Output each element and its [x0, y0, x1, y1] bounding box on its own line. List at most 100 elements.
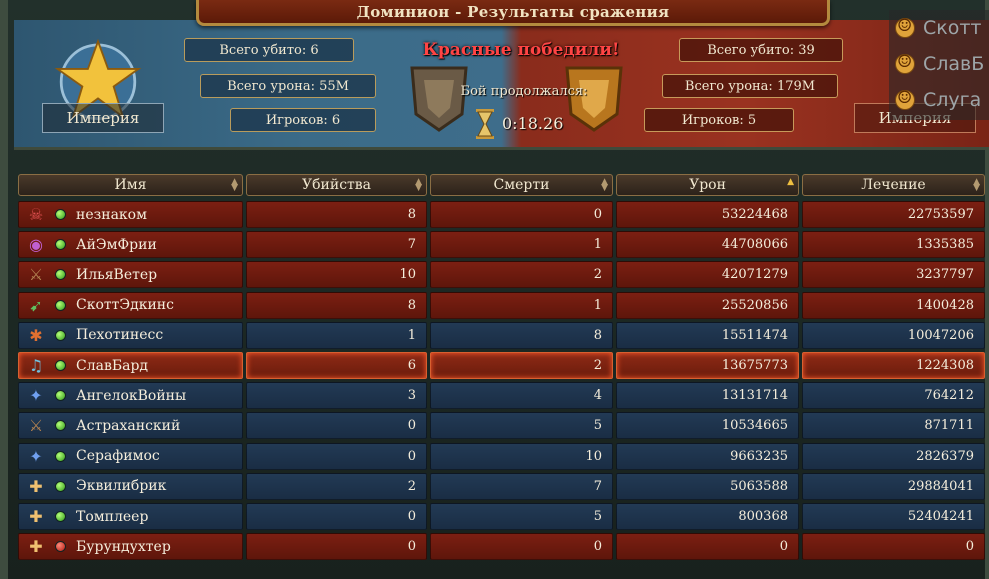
cross-icon: ✚	[29, 476, 43, 496]
side-list-item[interactable]: СлавБ	[889, 46, 989, 82]
deaths-cell: 7	[430, 472, 613, 500]
right-total-kills: Всего убито: 39	[679, 38, 843, 62]
left-faction-label: Империя	[42, 103, 164, 133]
column-header-deaths[interactable]: Смерти ▲ ▼	[430, 174, 613, 196]
healing-cell: 29884041	[802, 472, 985, 500]
deaths-cell: 2	[430, 261, 613, 289]
table-row[interactable]: ⚔ ИльяВетер 10 2 42071279 3237797	[14, 260, 989, 289]
side-list-item[interactable]: Слуга	[889, 82, 989, 118]
damage-cell: 5063588	[616, 472, 799, 500]
table-row[interactable]: ✦ Серафимос 0 10 9663235 2826379	[14, 442, 989, 470]
damage-cell: 15511474	[616, 321, 799, 349]
staff-icon: ✦	[29, 446, 43, 466]
left-players-count: Игроков: 6	[230, 108, 376, 132]
arrow-icon: ➹	[29, 295, 43, 315]
sort-ascending-icon: ▲	[787, 177, 794, 187]
side-list-item[interactable]: Скотт	[889, 10, 989, 46]
table-row[interactable]: ✦ АнгелокВойны 3 4 13131714 764212	[14, 381, 989, 410]
skull-icon: ☠	[28, 205, 44, 224]
eye-icon: ◉	[29, 235, 43, 255]
table-row[interactable]: ⚔ Астраханский 0 5 10534665 871711	[14, 411, 989, 440]
player-name-cell: ◉ АйЭмФрии	[18, 231, 243, 259]
deaths-cell: 4	[430, 382, 613, 410]
deaths-cell: 10	[430, 442, 613, 470]
healing-cell: 764212	[802, 382, 985, 410]
player-name-cell: ☠ незнаком	[18, 201, 243, 228]
kills-cell: 8	[246, 201, 427, 228]
player-name: АнгелокВойны	[76, 387, 187, 404]
damage-cell: 9663235	[616, 442, 799, 470]
table-row[interactable]: ☠ незнаком 8 0 53224468 22753597	[14, 200, 989, 228]
healing-cell: 2826379	[802, 442, 985, 470]
player-name-cell: ♫ СлавБард	[18, 352, 243, 379]
smiley-icon	[895, 52, 915, 74]
table-row[interactable]: ◉ АйЭмФрии 7 1 44708066 1335385	[14, 230, 989, 259]
healing-cell: 22753597	[802, 201, 985, 228]
deaths-cell: 1	[430, 231, 613, 259]
column-header-name[interactable]: Имя ▲ ▼	[18, 174, 243, 196]
table-row[interactable]: ✱ Пехотинесс 1 8 15511474 10047206	[14, 321, 989, 349]
column-header-healing[interactable]: Лечение ▲ ▼	[802, 174, 985, 196]
window-title-bar: Доминион - Результаты сражения	[196, 0, 830, 26]
online-status-icon	[55, 450, 66, 462]
kills-cell: 7	[246, 231, 427, 259]
table-row[interactable]: ✚ Томплеер 0 5 800368 52404241	[14, 502, 989, 530]
online-status-icon	[55, 209, 66, 220]
player-name-cell: ✚ Бурундухтер	[18, 533, 243, 561]
online-status-icon	[55, 269, 66, 281]
table-row[interactable]: ➹ СкоттЭдкинс 8 1 25520856 1400428	[14, 291, 989, 319]
player-name: Пехотинесс	[76, 327, 164, 344]
damage-cell: 13131714	[616, 382, 799, 410]
damage-cell: 44708066	[616, 231, 799, 259]
player-name: АйЭмФрии	[76, 236, 157, 253]
player-name: Эквилибрик	[76, 478, 167, 495]
damage-cell: 42071279	[616, 261, 799, 289]
kills-cell: 0	[246, 503, 427, 530]
player-name-cell: ✦ Серафимос	[18, 442, 243, 470]
player-name-cell: ➹ СкоттЭдкинс	[18, 291, 243, 319]
kills-cell: 6	[246, 352, 427, 379]
deaths-cell: 8	[430, 321, 613, 349]
deaths-cell: 1	[430, 291, 613, 319]
kills-cell: 0	[246, 442, 427, 470]
healing-cell: 871711	[802, 412, 985, 440]
player-name: Серафимос	[76, 448, 160, 465]
sort-icon: ▲ ▼	[231, 177, 238, 193]
online-status-icon	[55, 480, 66, 492]
column-header-damage[interactable]: Урон ▲	[616, 174, 799, 196]
scoreboard-table: Имя ▲ ▼ Убийства ▲ ▼ Смерти ▲ ▼ Урон ▲ Лечение ▲…	[14, 172, 989, 579]
deaths-cell: 2	[430, 352, 613, 379]
table-header: Имя ▲ ▼ Убийства ▲ ▼ Смерти ▲ ▼ Урон ▲ Лечение ▲…	[14, 172, 989, 196]
paw-icon: ✱	[29, 325, 43, 345]
battle-timer: 0:18.26	[502, 114, 564, 133]
battle-result-title: Красные победили!	[422, 40, 620, 60]
online-status-icon	[55, 420, 66, 432]
table-row[interactable]: ✚ Эквилибрик 2 7 5063588 29884041	[14, 472, 989, 500]
online-status-icon	[55, 329, 66, 341]
healing-cell: 1335385	[802, 231, 985, 259]
staff-icon: ✦	[29, 386, 43, 406]
player-name: Томплеер	[76, 508, 149, 525]
window-title: Доминион - Результаты сражения	[356, 2, 670, 21]
right-players-count: Игроков: 5	[644, 108, 794, 132]
hourglass-icon	[476, 109, 494, 139]
player-name: Астраханский	[76, 417, 181, 434]
battle-summary-panel: Империя Всего убито: 6 Всего урона: 55M …	[14, 20, 989, 150]
player-name: ИльяВетер	[76, 266, 158, 283]
damage-cell: 13675773	[616, 352, 799, 379]
sort-icon: ▲ ▼	[601, 177, 608, 193]
right-total-damage: Всего урона: 179M	[662, 74, 838, 98]
player-name-cell: ⚔ Астраханский	[18, 412, 243, 440]
smiley-icon	[895, 16, 915, 38]
table-row[interactable]: ♫ СлавБард 6 2 13675773 1224308	[14, 351, 989, 379]
table-row[interactable]: ✚ Бурундухтер 0 0 0 0	[14, 532, 989, 561]
healing-cell: 1224308	[802, 352, 985, 379]
sword-icon: ⚔	[28, 265, 44, 285]
kills-cell: 10	[246, 261, 427, 289]
player-name: СлавБард	[76, 357, 149, 374]
deaths-cell: 0	[430, 201, 613, 228]
damage-cell: 53224468	[616, 201, 799, 228]
column-header-kills[interactable]: Убийства ▲ ▼	[246, 174, 427, 196]
sword-icon: ⚔	[28, 416, 44, 436]
kills-cell: 0	[246, 533, 427, 561]
